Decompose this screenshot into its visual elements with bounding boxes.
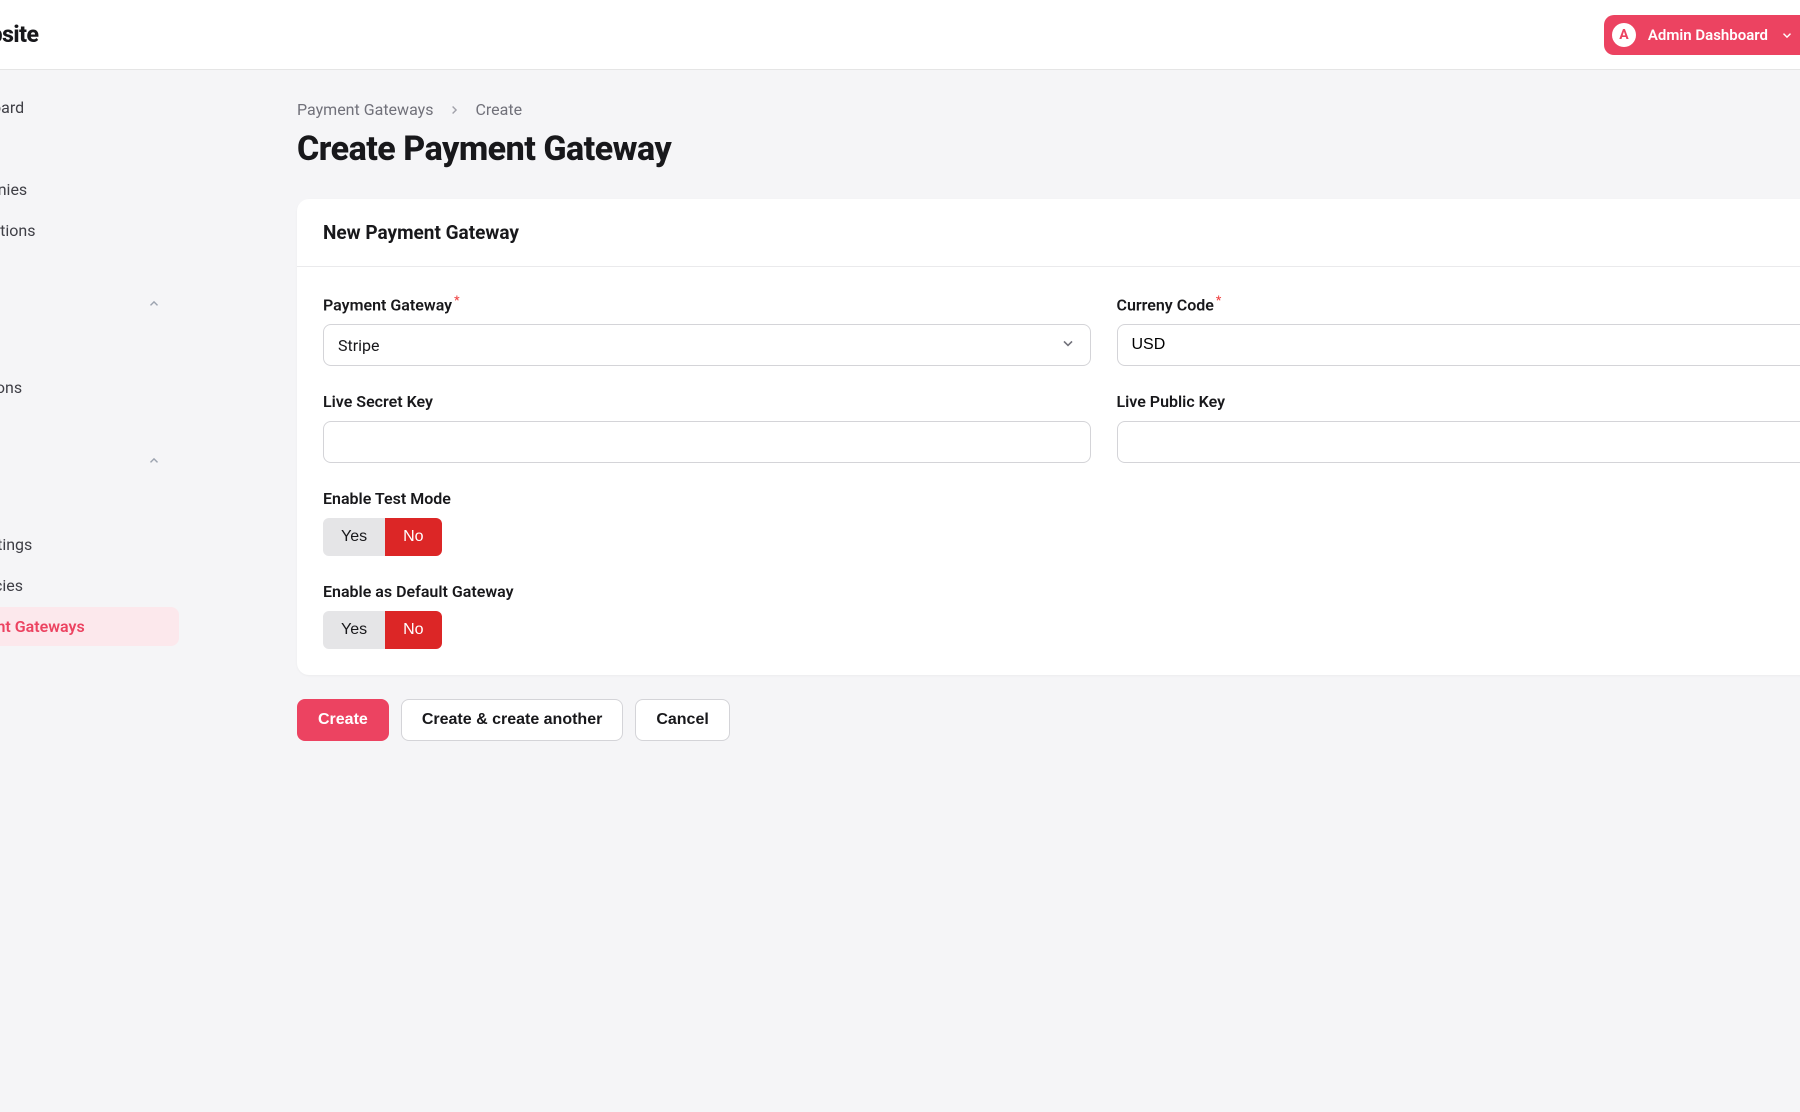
- currency-value[interactable]: [1132, 336, 1800, 354]
- chevron-up-icon: [147, 296, 161, 315]
- avatar: A: [1612, 23, 1636, 47]
- default-gateway-no[interactable]: No: [385, 611, 441, 649]
- breadcrumb-current: Create: [475, 100, 522, 119]
- gateway-value: Stripe: [338, 336, 380, 355]
- site-title: sk Website: [0, 21, 38, 48]
- default-gateway-yes[interactable]: Yes: [323, 611, 385, 649]
- public-key-input[interactable]: [1117, 421, 1800, 463]
- sidebar-item-collections[interactable]: lections: [0, 368, 179, 407]
- gateway-select[interactable]: Stripe: [323, 324, 1091, 366]
- test-mode-toggle: Yes No: [323, 518, 442, 556]
- sidebar-item-currencies[interactable]: rrencies: [0, 566, 179, 605]
- test-mode-label: Enable Test Mode: [323, 489, 1800, 508]
- form-actions: Create Create & create another Cancel: [297, 699, 1800, 741]
- chevron-down-icon: [1780, 28, 1794, 42]
- breadcrumb: Payment Gateways Create: [297, 100, 1800, 119]
- chevron-right-icon: [447, 103, 461, 117]
- sidebar-group-toggle-2[interactable]: [0, 443, 179, 482]
- cancel-button[interactable]: Cancel: [635, 699, 729, 741]
- sidebar-item-label: rrencies: [0, 576, 23, 595]
- form-card: New Payment Gateway Payment Gateway* Str…: [297, 199, 1800, 675]
- sidebar-item-payment-gateways[interactable]: yment Gateways: [0, 607, 179, 646]
- sidebar-group-toggle-1[interactable]: s: [0, 286, 179, 325]
- secret-key-input[interactable]: [323, 421, 1091, 463]
- chevron-up-icon: [147, 453, 161, 472]
- sidebar-item-label: l Settings: [0, 535, 32, 554]
- create-button[interactable]: Create: [297, 699, 389, 741]
- default-gateway-toggle: Yes No: [323, 611, 442, 649]
- sidebar-item-transactions[interactable]: nsactions: [0, 211, 179, 250]
- currency-label: Curreny Code*: [1117, 293, 1800, 314]
- app-header: sk Website A Admin Dashboard: [0, 0, 1800, 70]
- test-mode-no[interactable]: No: [385, 518, 441, 556]
- sidebar-item-label: neral: [0, 494, 1, 513]
- sidebar-item-label: yment Gateways: [0, 617, 85, 636]
- chevron-down-icon: [1060, 335, 1076, 355]
- main-content: Payment Gateways Create Create Payment G…: [187, 70, 1800, 801]
- sidebar-item-companies[interactable]: mpanies: [0, 170, 179, 209]
- sidebar-item-label: lections: [0, 378, 22, 397]
- sidebar-item-general[interactable]: neral: [0, 484, 179, 523]
- card-title: New Payment Gateway: [297, 199, 1800, 267]
- sidebar-item-settings[interactable]: l Settings: [0, 525, 179, 564]
- test-mode-yes[interactable]: Yes: [323, 518, 385, 556]
- currency-input[interactable]: ✕: [1117, 324, 1800, 366]
- user-menu-dropdown[interactable]: A Admin Dashboard: [1604, 15, 1800, 55]
- gateway-label: Payment Gateway*: [323, 293, 1091, 314]
- secret-key-label: Live Secret Key: [323, 392, 1091, 411]
- page-title: Create Payment Gateway: [297, 129, 1800, 169]
- secret-key-value[interactable]: [338, 433, 1076, 451]
- sidebar-item-forms[interactable]: ms: [0, 327, 179, 366]
- sidebar-item-label: mpanies: [0, 180, 27, 199]
- public-key-value[interactable]: [1132, 433, 1800, 451]
- sidebar-item-label: shboard: [0, 98, 24, 117]
- create-another-button[interactable]: Create & create another: [401, 699, 624, 741]
- public-key-label: Live Public Key: [1117, 392, 1800, 411]
- sidebar-item-dashboard[interactable]: shboard: [0, 88, 179, 127]
- sidebar-item-label: nsactions: [0, 221, 36, 240]
- user-menu-label: Admin Dashboard: [1648, 26, 1768, 44]
- default-gateway-label: Enable as Default Gateway: [323, 582, 1800, 601]
- sidebar: shboard rs mpanies nsactions s ms lectio…: [0, 70, 187, 801]
- breadcrumb-parent[interactable]: Payment Gateways: [297, 100, 433, 119]
- sidebar-item-users[interactable]: rs: [0, 129, 179, 168]
